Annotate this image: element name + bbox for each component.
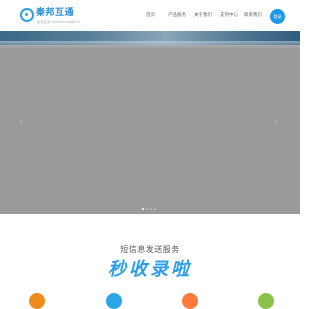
nav-item-support[interactable]: 支持中心 [220, 10, 238, 22]
hero-banner: ‹ › [0, 31, 300, 214]
product-name-text: 秒收录啦 [108, 259, 192, 280]
banner-cloud-image [0, 41, 300, 49]
slide-pagination [142, 208, 162, 211]
feature-icon-4[interactable] [258, 293, 274, 309]
nav-item-products[interactable]: 产品服务 [168, 10, 186, 22]
brand-name: 秦邦互通 [36, 8, 75, 18]
nav-item-about[interactable]: 关于我们 [194, 10, 212, 22]
site-header: 秦邦互通 秦邦互通 INTERCONNECT 首页 产品服务 关于我们 支持中心… [0, 0, 300, 31]
nav-item-contact[interactable]: 联系我们 [244, 10, 262, 22]
logo-at-icon [20, 8, 34, 22]
login-button[interactable]: 登录 [270, 9, 285, 24]
feature-icon-3[interactable] [182, 293, 198, 309]
slide-dot-4[interactable] [154, 208, 156, 210]
feature-icon-2[interactable] [106, 293, 122, 309]
product-name: 秒收录啦 [0, 259, 300, 281]
feature-icon-1[interactable] [29, 293, 45, 309]
brand-logo[interactable]: 秦邦互通 秦邦互通 INTERCONNECT [20, 7, 90, 27]
brand-subtitle: 秦邦互通 INTERCONNECT [37, 20, 81, 24]
nav-item-home[interactable]: 首页 [146, 10, 155, 22]
chevron-right-icon[interactable]: › [274, 117, 278, 129]
section-title: 短信息发送服务 [120, 245, 180, 254]
slide-dot-3[interactable] [150, 208, 152, 210]
service-section: 短信息发送服务 秒收录啦 [0, 214, 300, 309]
slide-dot-1[interactable] [142, 208, 144, 210]
chevron-left-icon[interactable]: ‹ [19, 117, 23, 129]
slide-dot-2[interactable] [146, 208, 148, 210]
